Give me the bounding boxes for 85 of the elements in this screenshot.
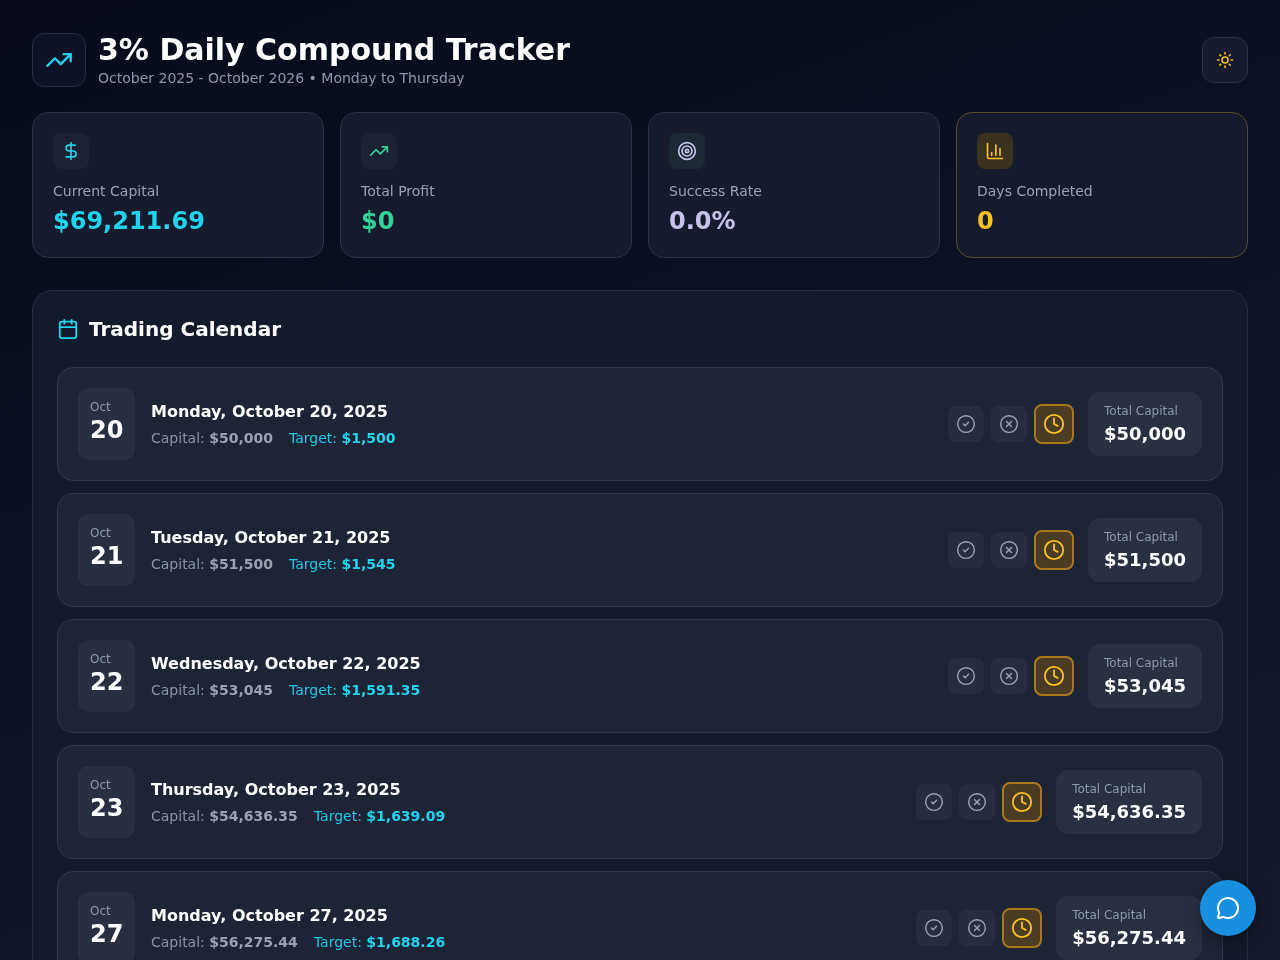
dollar-icon [53,133,89,169]
chat-bubble-icon [1216,896,1240,920]
sun-icon [1216,51,1234,69]
stat-value: $69,211.69 [53,206,205,237]
check-circle-icon [956,666,976,686]
date-month: Oct [90,399,111,415]
capital-text: Capital: $50,000 [151,428,274,448]
win-button[interactable] [916,784,953,820]
bar-chart-icon [977,133,1013,169]
date-month: Oct [90,777,111,793]
loss-button[interactable] [959,784,996,820]
total-capital-label: Total Capital [1104,529,1178,545]
total-capital-value: $54,636.35 [1072,801,1186,823]
target-text: Target: $1,591.35 [289,680,421,700]
total-capital-label: Total Capital [1104,403,1178,419]
clock-icon [1043,539,1065,561]
x-circle-icon [999,540,1019,560]
date-day: 23 [90,793,124,823]
trending-up-icon [361,133,397,169]
pending-button[interactable] [1002,908,1043,948]
day-title: Monday, October 20, 2025 [151,400,388,423]
stat-label: Total Profit [361,182,435,201]
stat-value: 0 [977,206,994,237]
target-text: Target: $1,500 [289,428,396,448]
stat-value: $0 [361,206,395,237]
total-capital-value: $56,275.44 [1072,927,1186,949]
total-capital-label: Total Capital [1104,655,1178,671]
check-circle-icon [956,414,976,434]
total-capital-label: Total Capital [1072,781,1147,797]
pending-button[interactable] [1034,404,1074,444]
capital-text: Capital: $54,636.35 [151,806,298,826]
total-capital-value: $51,500 [1104,549,1186,571]
x-circle-icon [967,918,988,938]
x-circle-icon [967,792,988,812]
app-title: 3% Daily Compound Tracker [98,32,570,68]
clock-icon [1011,917,1034,939]
pending-button[interactable] [1034,530,1074,570]
total-capital-value: $50,000 [1104,423,1186,445]
loss-button[interactable] [991,406,1027,442]
date-day: 27 [90,919,124,949]
loss-button[interactable] [991,532,1027,568]
x-circle-icon [999,414,1019,434]
check-circle-icon [924,792,945,812]
total-capital-value: $53,045 [1104,675,1186,697]
stat-label: Success Rate [669,182,762,201]
app-subtitle: October 2025 - October 2026 • Monday to Thursday [98,69,465,88]
loss-button[interactable] [991,658,1027,694]
theme-toggle-button[interactable] [1202,37,1248,83]
win-button[interactable] [948,532,984,568]
date-day: 20 [90,415,124,445]
target-icon [669,133,705,169]
loss-button[interactable] [959,910,996,946]
date-month: Oct [90,651,111,667]
date-day: 21 [90,541,124,571]
total-capital-label: Total Capital [1072,907,1147,923]
pending-button[interactable] [1002,782,1043,822]
stat-label: Days Completed [977,182,1093,201]
capital-text: Capital: $53,045 [151,680,274,700]
day-title: Thursday, October 23, 2025 [151,778,401,801]
panel-title: Trading Calendar [89,316,281,343]
win-button[interactable] [916,910,953,946]
clock-icon [1043,665,1065,687]
x-circle-icon [999,666,1019,686]
date-day: 22 [90,667,124,697]
target-text: Target: $1,545 [289,554,396,574]
stat-label: Current Capital [53,182,160,201]
clock-icon [1043,413,1065,435]
day-title: Monday, October 27, 2025 [151,904,388,927]
check-circle-icon [924,918,945,938]
calendar-icon [57,318,79,340]
stat-value: 0.0% [669,206,736,237]
pending-button[interactable] [1034,656,1074,696]
target-text: Target: $1,639.09 [313,806,446,826]
capital-text: Capital: $56,275.44 [151,932,298,952]
win-button[interactable] [948,406,984,442]
capital-text: Capital: $51,500 [151,554,274,574]
day-title: Tuesday, October 21, 2025 [151,526,391,549]
win-button[interactable] [948,658,984,694]
clock-icon [1011,791,1034,813]
day-title: Wednesday, October 22, 2025 [151,652,421,675]
check-circle-icon [956,540,976,560]
date-month: Oct [90,903,111,919]
date-month: Oct [90,525,111,541]
target-text: Target: $1,688.26 [313,932,446,952]
trending-up-icon [32,33,86,87]
